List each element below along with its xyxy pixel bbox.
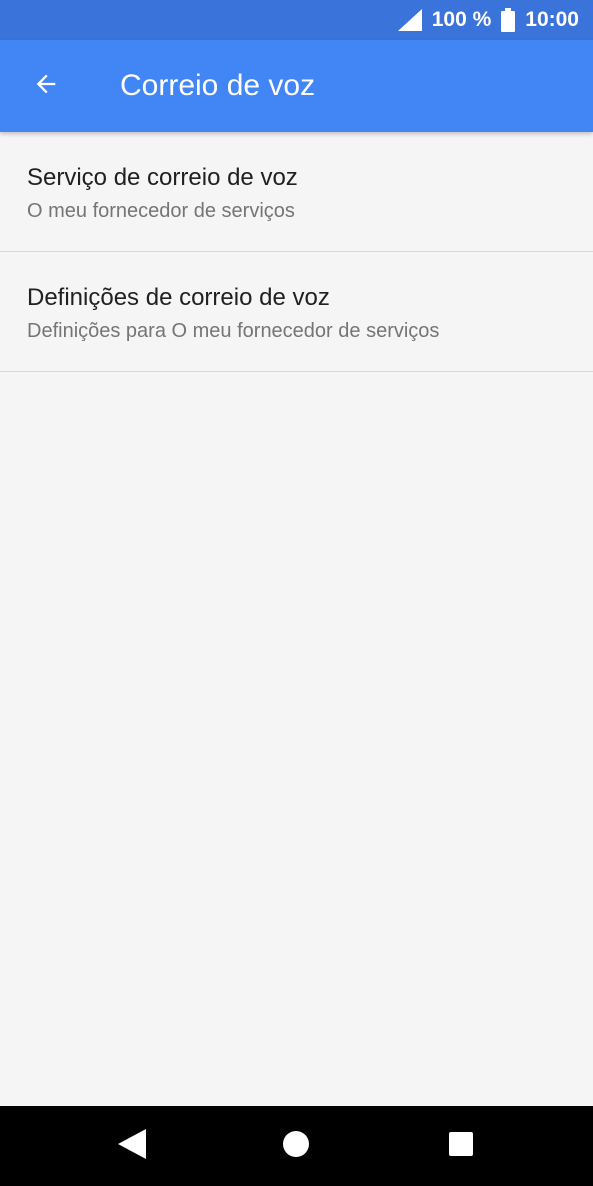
list-item-title: Serviço de correio de voz: [27, 164, 298, 191]
arrow-back-icon: [32, 70, 60, 103]
list-item-title: Definições de correio de voz: [27, 284, 330, 311]
status-icons: 100 % 10:00: [397, 0, 579, 40]
list-item-voicemail-service[interactable]: Serviço de correio de voz O meu forneced…: [0, 132, 593, 252]
settings-list: Serviço de correio de voz O meu forneced…: [0, 132, 593, 372]
back-button[interactable]: [22, 62, 70, 110]
list-item-subtitle: Definições para O meu fornecedor de serv…: [27, 320, 440, 342]
recents-square-icon: [448, 1131, 474, 1162]
battery-percent: 100 %: [431, 8, 492, 31]
nav-back-button[interactable]: [92, 1106, 172, 1186]
battery-icon: [501, 8, 516, 32]
clock: 10:00: [525, 8, 579, 31]
status-bar: 100 % 10:00: [0, 0, 593, 40]
app-bar: Correio de voz: [0, 40, 593, 132]
back-triangle-icon: [118, 1128, 146, 1164]
page-title: Correio de voz: [120, 69, 316, 102]
nav-recents-button[interactable]: [421, 1106, 501, 1186]
home-circle-icon: [282, 1130, 310, 1163]
list-item-subtitle: O meu fornecedor de serviços: [27, 200, 295, 222]
list-item-voicemail-settings[interactable]: Definições de correio de voz Definições …: [0, 252, 593, 372]
signal-icon: [397, 9, 422, 31]
nav-home-button[interactable]: [256, 1106, 336, 1186]
navigation-bar: [0, 1106, 593, 1186]
